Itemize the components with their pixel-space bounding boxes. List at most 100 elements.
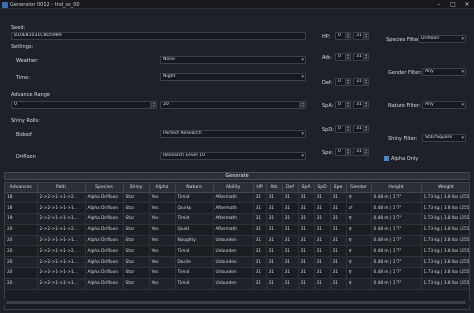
seed-input[interactable]: 810E81031C8D5989: [11, 32, 306, 40]
table-cell: Timid: [175, 278, 214, 290]
shiny-filter-select[interactable]: Star/Square: [422, 134, 466, 142]
iv-spe-label: Spe:: [322, 150, 334, 156]
table-row[interactable]: 20 2->2->1->1->2... Alpha Drifloon Star Yes Q…: [5, 224, 469, 236]
table-cell: Docile: [175, 256, 214, 269]
column-header[interactable]: Weight: [421, 183, 469, 193]
column-header[interactable]: HP: [253, 183, 267, 193]
table-cell: 0.48 m | 1'7": [371, 235, 422, 247]
maximize-button[interactable]: □: [446, 0, 460, 9]
table-cell: 2->2->1->1->1...: [37, 267, 86, 279]
advance-max-spinner[interactable]: ▴ ▾: [300, 101, 306, 109]
column-header[interactable]: SpD: [314, 183, 331, 193]
column-header[interactable]: Alpha: [149, 183, 176, 193]
column-header[interactable]: Gender: [346, 183, 372, 193]
table-cell: 2->2->1->1->1...: [37, 235, 86, 247]
table-cell: ♀: [346, 256, 372, 269]
table-cell: Aftermath: [213, 224, 254, 236]
bidoof-research-select[interactable]: Perfect Research: [160, 130, 306, 138]
advance-max-input[interactable]: 20: [160, 101, 300, 109]
iv-def-max-spinner[interactable]: ▴ ▾: [363, 78, 369, 86]
table-cell: Star: [123, 202, 150, 215]
nature-filter-select[interactable]: Any: [422, 101, 466, 109]
table-cell: Aftermath: [213, 192, 254, 204]
table-cell: 31: [266, 256, 283, 269]
minimize-button[interactable]: –: [432, 0, 446, 9]
table-cell: Unburden: [213, 235, 254, 247]
table-cell: 31: [253, 192, 267, 204]
table-cell: Timid: [175, 213, 214, 225]
time-select[interactable]: Night: [160, 73, 306, 81]
table-cell: Alpha Drifloon: [85, 213, 124, 225]
iv-hp-max-spinner[interactable]: ▴ ▾: [363, 32, 369, 40]
table-cell: 31: [314, 192, 331, 204]
drifloon-research-select[interactable]: Research Level 10: [160, 152, 306, 160]
table-row[interactable]: 19 2->2->1->1->1... Alpha Drifloon Star Yes T…: [5, 213, 469, 225]
column-header[interactable]: Shiny: [123, 183, 150, 193]
table-cell: 31: [253, 267, 267, 279]
iv-spa-label: SpA:: [322, 103, 334, 109]
table-cell: 31: [330, 213, 347, 225]
table-cell: 1.73 kg | 3.8 lbs (255): [421, 235, 469, 247]
table-cell: 1.73 kg | 3.8 lbs (255): [421, 224, 469, 236]
table-cell: 31: [253, 245, 267, 258]
iv-atk-max-spinner[interactable]: ▴ ▾: [363, 53, 369, 61]
table-row[interactable]: 20 2->2->1->1->2... Alpha Drifloon Star Yes T…: [5, 245, 469, 258]
advance-min-input[interactable]: 0: [11, 101, 151, 109]
column-header[interactable]: Def: [282, 183, 299, 193]
close-button[interactable]: ✕: [460, 0, 474, 9]
generate-button[interactable]: Generate: [4, 172, 470, 180]
table-cell: 31: [282, 202, 299, 215]
scrollbar-thumb[interactable]: [6, 301, 466, 304]
column-header[interactable]: Spe: [330, 183, 347, 193]
table-cell: 1.73 kg | 3.8 lbs (255): [421, 267, 469, 279]
advance-min-spinner[interactable]: ▴ ▾: [151, 101, 157, 109]
table-cell: Alpha Drifloon: [85, 235, 124, 247]
iv-spe-min-spinner[interactable]: ▴ ▾: [345, 148, 351, 156]
table-cell: 20: [5, 256, 38, 269]
table-cell: Alpha Drifloon: [85, 278, 124, 290]
table-cell: Star: [123, 224, 150, 236]
table-cell: Star: [123, 278, 150, 290]
column-header[interactable]: Path: [37, 183, 86, 193]
table-cell: 1.73 kg | 3.8 lbs (255): [421, 192, 469, 204]
iv-spd-max-spinner[interactable]: ▴ ▾: [363, 125, 369, 133]
column-header[interactable]: Ability: [213, 183, 254, 193]
nature-filter-label: Nature Filter:: [388, 103, 421, 109]
table-cell: Timid: [175, 267, 214, 279]
table-row[interactable]: 20 2->2->1->1->1... Alpha Drifloon Star Yes N…: [5, 235, 469, 247]
table-row[interactable]: 18 2->2->1->1->1... Alpha Drifloon Star Yes Q…: [5, 202, 469, 215]
horizontal-scrollbar[interactable]: [4, 300, 470, 305]
species-filter-select[interactable]: Drifloon: [418, 35, 466, 43]
column-header[interactable]: Atk: [266, 183, 283, 193]
table-cell: 31: [253, 278, 267, 290]
iv-spe-max-spinner[interactable]: ▴ ▾: [363, 148, 369, 156]
column-header[interactable]: Species: [85, 183, 124, 193]
table-row[interactable]: 20 2->2->1->1->1... Alpha Drifloon Star Yes T…: [5, 278, 469, 290]
drifloon-label: Drifloon: [16, 154, 36, 160]
column-header[interactable]: SpA: [298, 183, 315, 193]
iv-atk-min-spinner[interactable]: ▴ ▾: [345, 53, 351, 61]
iv-def-min-spinner[interactable]: ▴ ▾: [345, 78, 351, 86]
table-cell: 31: [330, 224, 347, 236]
table-cell: 0.48 m | 1'7": [371, 245, 422, 258]
results-table: Advances Path Species Shiny Alpha Nature Abili…: [4, 182, 470, 310]
column-header[interactable]: Advances: [5, 183, 38, 193]
iv-hp-min-spinner[interactable]: ▴ ▾: [345, 32, 351, 40]
iv-spa-max-spinner[interactable]: ▴ ▾: [363, 101, 369, 109]
iv-spa-min-spinner[interactable]: ▴ ▾: [345, 101, 351, 109]
table-row[interactable]: 18 2->2->1->1->2... Alpha Drifloon Star Yes T…: [5, 192, 469, 204]
gender-filter-select[interactable]: Any: [422, 68, 466, 76]
table-row[interactable]: 20 2->2->1->1->1... Alpha Drifloon Star Yes T…: [5, 267, 469, 279]
table-cell: Alpha Drifloon: [85, 256, 124, 269]
table-row[interactable]: 20 2->2->1->1->1... Alpha Drifloon Star Yes D…: [5, 256, 469, 269]
table-cell: 2->2->1->1->1...: [37, 256, 86, 269]
alpha-only-checkbox[interactable]: ✓: [384, 156, 389, 161]
column-header[interactable]: Height: [371, 183, 422, 193]
advance-range-label: Advance Range: [11, 92, 50, 98]
weather-select[interactable]: None: [160, 56, 306, 64]
table-cell: 31: [282, 256, 299, 269]
column-header[interactable]: Nature: [175, 183, 214, 193]
table-cell: 31: [298, 235, 315, 247]
table-cell: 31: [314, 267, 331, 279]
iv-spd-min-spinner[interactable]: ▴ ▾: [345, 125, 351, 133]
